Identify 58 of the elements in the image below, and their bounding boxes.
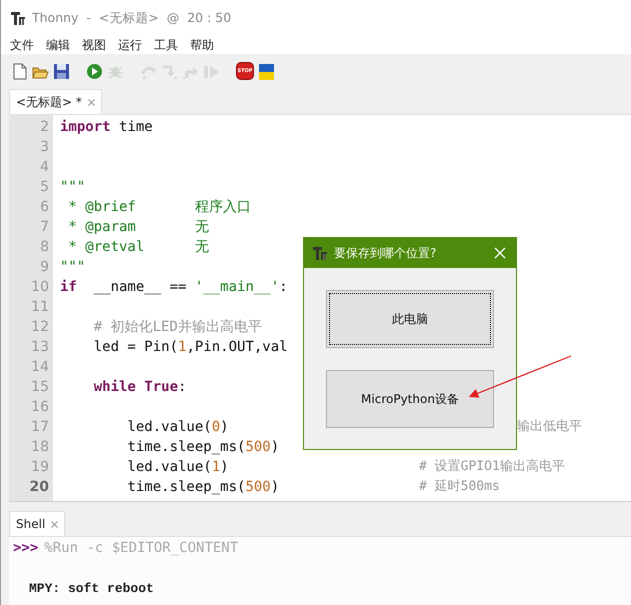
line-number: 7 [39,218,50,237]
shell-tab[interactable]: Shell [9,511,66,536]
play-icon[interactable] [86,62,103,80]
window-title: Thonny - <无标题> @ 20 : 50 [32,10,232,26]
code-line: led.value(0) [126,418,229,437]
dialog-button[interactable]: MicroPython设备 [326,370,494,428]
code-line: time.sleep_ms(500) [126,438,280,457]
line-number: 16 [30,398,50,417]
menu-item[interactable]: 编辑 [46,36,70,54]
line-number: 10 [30,278,50,297]
code-line: * @param 无 [67,218,209,237]
shell-output: MPY: soft reboot [28,581,155,596]
code-comment: 输出低电平 [517,418,582,436]
code-line: """ [60,178,86,197]
shell-command: %Run -c $EDITOR_CONTENT [44,540,238,556]
line-number: 14 [30,358,50,377]
line-number: 6 [39,198,50,217]
code-line: led = Pin(1,Pin.OUT,val [92,338,288,357]
close-icon[interactable] [88,98,95,106]
line-number: 17 [30,418,50,437]
code-line: while True: [92,378,186,397]
menu-item[interactable]: 帮助 [190,36,214,54]
code-comment: # 设置GPIO1输出高电平 [419,458,565,476]
code-line: # 初始化LED并输出高电平 [92,318,262,337]
line-number: 5 [39,178,50,197]
line-number: 3 [39,138,50,157]
code-comment: # 延时500ms [419,478,500,496]
line-number: 20 [28,478,50,497]
shell-prompt: >>> [13,540,38,556]
line-number: 13 [30,338,50,357]
code-line: """ [60,258,86,277]
menu-item[interactable]: 工具 [154,36,178,54]
menu-item[interactable]: 视图 [82,36,106,54]
line-number: 11 [30,298,50,317]
editor-tab[interactable]: <无标题> * [9,89,102,114]
line-number: 19 [30,458,50,477]
menu-item[interactable]: 文件 [10,36,34,54]
thonny-logo-icon [312,245,328,261]
code-line: time.sleep_ms(500) [126,478,280,497]
line-number: 12 [30,318,50,337]
line-number: 8 [39,238,50,257]
dialog-button[interactable]: 此电脑 [326,290,494,348]
line-number: 9 [39,258,50,277]
code-line: import time [60,118,153,137]
close-icon[interactable] [51,520,58,528]
code-line: led.value(1) [126,458,229,477]
line-number: 15 [30,378,50,397]
code-line: if __name__ == '__main__': [60,278,288,297]
code-line: * @retval 无 [67,238,209,257]
line-number: 18 [30,438,50,457]
line-number: 4 [39,158,50,177]
flag-icon[interactable] [258,62,275,80]
code-line: * @brief 程序入口 [67,198,251,217]
dialog-title: 要保存到哪个位置? [334,244,438,262]
new-file-icon[interactable] [11,62,28,80]
thonny-logo-icon [10,10,26,26]
menu-item[interactable]: 运行 [118,36,142,54]
line-number: 2 [39,118,50,137]
